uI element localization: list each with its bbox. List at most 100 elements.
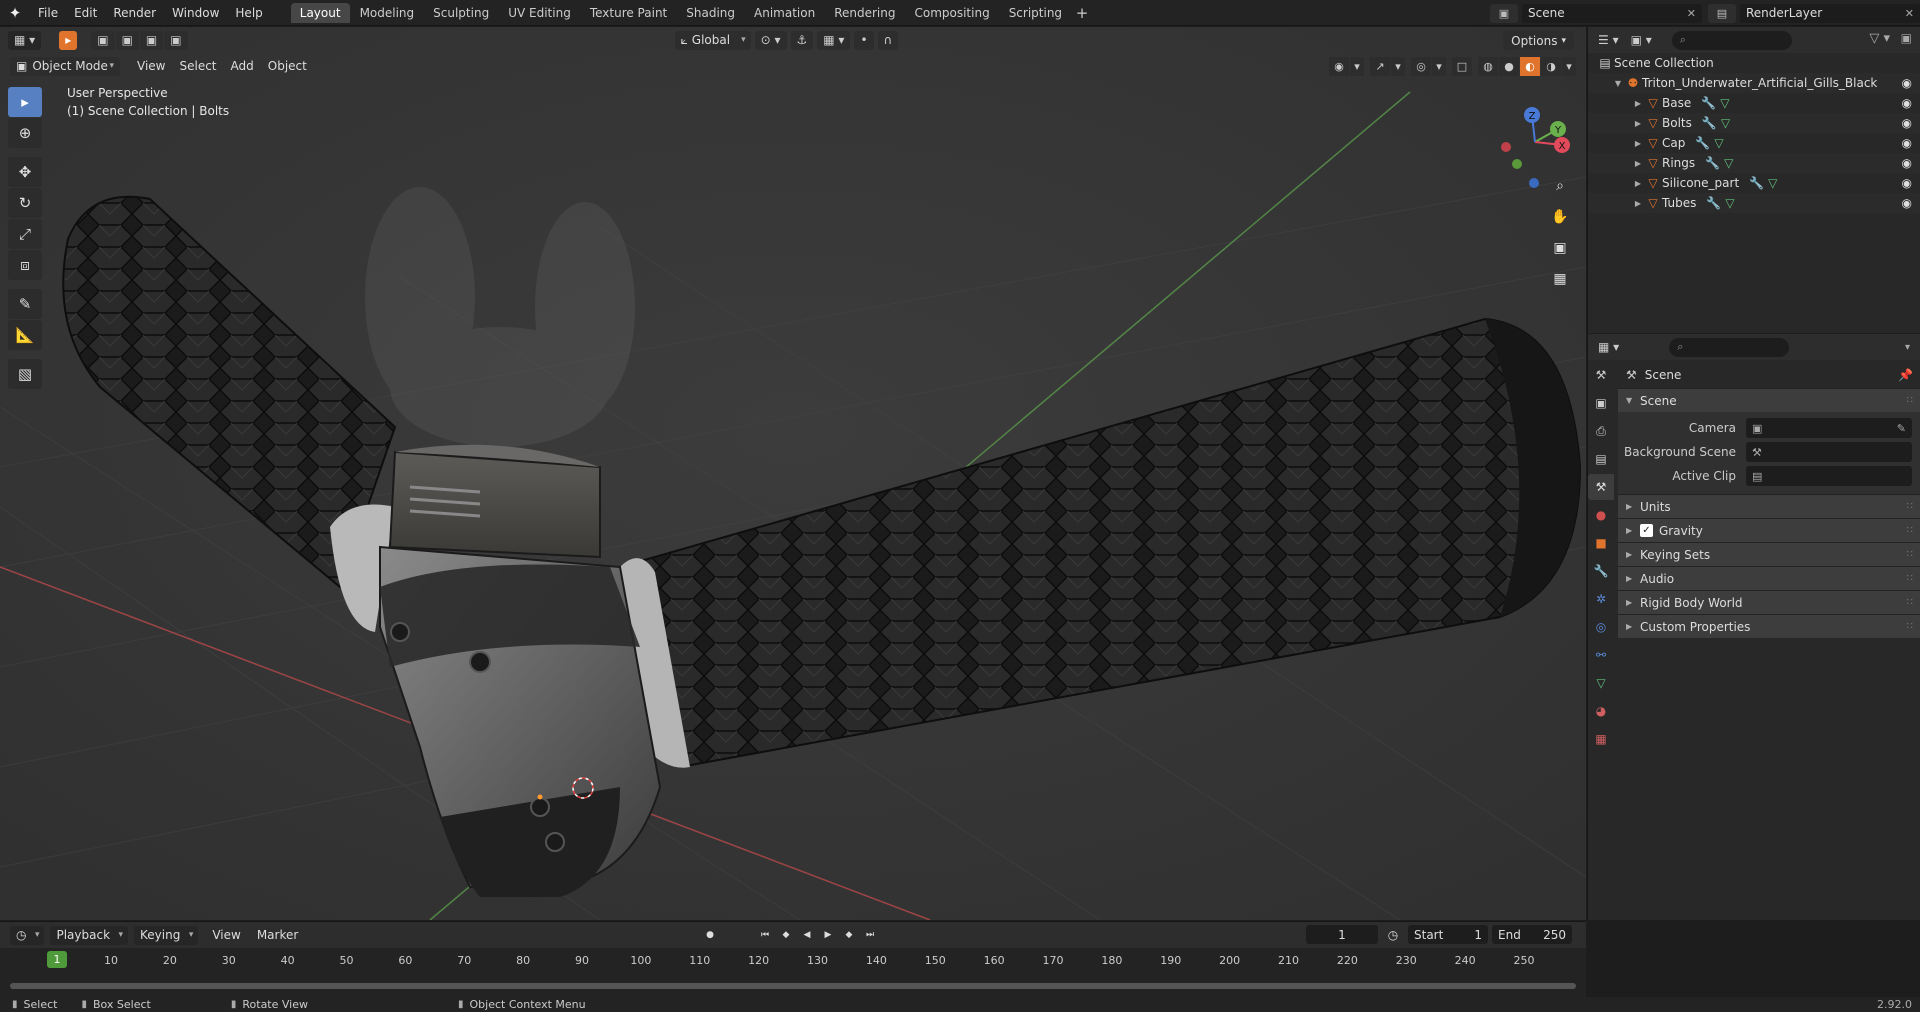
chevron-down-icon[interactable]: ▾ — [1432, 57, 1446, 76]
view-layer-tab-icon[interactable]: ▤ — [1588, 446, 1614, 472]
gill-cap[interactable] — [388, 444, 601, 559]
next-keyframe-icon[interactable]: ◆ — [839, 925, 859, 944]
expand-arrow-icon[interactable]: ▶ — [1632, 139, 1644, 148]
select-mode-extend-icon[interactable]: ▣ — [115, 30, 139, 50]
proportional-editing-icon[interactable]: • — [854, 30, 874, 50]
units-panel-header[interactable]: ▶ Units ∷ — [1618, 494, 1920, 518]
xray-toggle-icon[interactable]: □ — [1452, 57, 1472, 76]
pan-hand-icon[interactable]: ✋ — [1546, 203, 1574, 231]
start-frame-field[interactable]: Start 1 — [1408, 925, 1488, 944]
outliner-search-input[interactable]: ⌕ — [1671, 30, 1792, 50]
active-clip-field[interactable]: ▤ — [1746, 466, 1912, 486]
outliner-item-rings[interactable]: ▶ ▽ Rings 🔧 ▽ ◉ — [1588, 153, 1920, 173]
render-tab-icon[interactable]: ▣ — [1588, 390, 1614, 416]
gizmo-toggle-icon[interactable]: ↗ — [1370, 57, 1390, 76]
tab-animation[interactable]: Animation — [745, 3, 824, 23]
editor-type-select[interactable]: ◷ ▾ — [10, 925, 45, 945]
drag-handle-icon[interactable]: ∷ — [1907, 573, 1913, 584]
jump-start-icon[interactable]: ⏮ — [755, 925, 775, 944]
visibility-eye-icon[interactable]: ◉ — [1902, 76, 1912, 90]
blender-logo-icon[interactable]: ✦ — [0, 0, 30, 26]
eyedropper-icon[interactable]: ✎ — [1897, 422, 1906, 435]
prev-keyframe-icon[interactable]: ◆ — [776, 925, 796, 944]
expand-arrow-icon[interactable]: ▶ — [1632, 99, 1644, 108]
expand-arrow-icon[interactable]: ▼ — [1612, 79, 1624, 88]
object-tab-icon[interactable]: ■ — [1588, 530, 1614, 556]
keying-menu[interactable]: Keying ▾ — [134, 925, 199, 945]
tab-compositing[interactable]: Compositing — [905, 3, 998, 23]
chevron-down-icon[interactable]: ▾ — [1391, 57, 1405, 76]
menu-window[interactable]: Window — [164, 0, 227, 26]
wireframe-shading-icon[interactable]: ◍ — [1478, 57, 1498, 76]
snap-target-icon[interactable]: ▦ ▾ — [817, 30, 851, 50]
gizmo-neg-x[interactable] — [1501, 142, 1511, 152]
data-tab-icon[interactable]: ▽ — [1588, 670, 1614, 696]
end-frame-field[interactable]: End 250 — [1492, 925, 1572, 944]
drag-handle-icon[interactable]: ∷ — [1907, 549, 1913, 560]
view-layer-browse-icon[interactable]: ▤ — [1708, 3, 1736, 23]
visibility-eye-icon[interactable]: ◉ — [1902, 96, 1912, 110]
chevron-down-icon[interactable]: ▾ — [1905, 342, 1910, 353]
gizmo-neg-z[interactable] — [1529, 178, 1539, 188]
properties-search-input[interactable]: ⌕ — [1669, 337, 1790, 357]
physics-tab-icon[interactable]: ◎ — [1588, 614, 1614, 640]
visibility-eye-icon[interactable]: ◉ — [1902, 116, 1912, 130]
rigid-body-world-panel-header[interactable]: ▶ Rigid Body World ∷ — [1618, 590, 1920, 614]
select-mode-subtract-icon[interactable]: ▣ — [139, 30, 164, 50]
current-frame-indicator[interactable]: 1 — [47, 951, 67, 968]
menu-view[interactable]: View — [204, 928, 248, 942]
playback-menu[interactable]: Playback ▾ — [50, 925, 129, 945]
view-layer-close-icon[interactable]: ✕ — [1905, 7, 1914, 20]
drag-handle-icon[interactable]: ∷ — [1907, 525, 1913, 536]
viewport-scene[interactable] — [0, 27, 1586, 920]
ortho-grid-icon[interactable]: ▦ — [1546, 265, 1574, 293]
gravity-checkbox[interactable]: ✓ — [1640, 524, 1653, 537]
drag-handle-icon[interactable]: ∷ — [1907, 597, 1913, 608]
editor-type-icon[interactable]: ▦ ▾ — [1598, 340, 1619, 354]
scene-browse-icon[interactable]: ▣ — [1490, 3, 1518, 23]
filter-icon[interactable]: ▽ ▾ — [1869, 31, 1890, 46]
tab-sculpting[interactable]: Sculpting — [424, 3, 498, 23]
expand-arrow-icon[interactable]: ▶ — [1632, 159, 1644, 168]
tab-uv-editing[interactable]: UV Editing — [499, 3, 580, 23]
scene-close-icon[interactable]: ✕ — [1687, 7, 1696, 20]
3d-viewport[interactable]: ▦ ▾ ▸ ▣ ▣ ▣ ▣ ⟀ Global ▾ ⊙ ▾ ⚓ ▦ ▾ • ∩ O… — [0, 27, 1586, 920]
transform-orientation-select[interactable]: ⟀ Global ▾ — [674, 30, 751, 50]
outliner-scene-collection[interactable]: ▤ Scene Collection — [1588, 53, 1920, 73]
texture-tab-icon[interactable]: ▦ — [1588, 726, 1614, 752]
outliner-item-base[interactable]: ▶ ▽ Base 🔧 ▽ ◉ — [1588, 93, 1920, 113]
solid-shading-icon[interactable]: ● — [1499, 57, 1519, 76]
chevron-down-icon[interactable]: ▾ — [1562, 57, 1576, 76]
options-button[interactable]: Options ▾ — [1503, 31, 1574, 50]
gravity-panel-header[interactable]: ▶ ✓ Gravity ∷ — [1618, 518, 1920, 542]
tab-shading[interactable]: Shading — [677, 3, 744, 23]
tool-tab-icon[interactable]: ⚒ — [1588, 362, 1614, 388]
scene-tab-icon[interactable]: ⚒ — [1588, 474, 1614, 500]
move-tool-icon[interactable]: ✥ — [8, 157, 42, 187]
object-mode-select[interactable]: ▣ Object Mode ▾ — [10, 56, 120, 76]
expand-arrow-icon[interactable]: ▶ — [1632, 119, 1644, 128]
display-mode-icon[interactable]: ▣ ▾ — [1631, 33, 1652, 47]
menu-object[interactable]: Object — [261, 59, 314, 73]
select-box-tool-icon[interactable]: ▸ — [8, 87, 42, 117]
tab-layout[interactable]: Layout — [290, 2, 350, 23]
menu-help[interactable]: Help — [227, 0, 270, 26]
timeline-scrollbar[interactable] — [10, 983, 1576, 989]
editor-type-icon[interactable]: ☰ ▾ — [1598, 33, 1619, 47]
visibility-eye-icon[interactable]: ◉ — [1902, 196, 1912, 210]
tab-scripting[interactable]: Scripting — [1000, 3, 1071, 23]
add-cube-tool-icon[interactable]: ▧ — [8, 359, 42, 389]
preview-range-icon[interactable]: ◷ — [1382, 925, 1404, 944]
menu-file[interactable]: File — [30, 0, 66, 26]
falloff-icon[interactable]: ∩ — [877, 30, 899, 50]
menu-view[interactable]: View — [130, 59, 172, 73]
menu-marker[interactable]: Marker — [249, 928, 306, 942]
chevron-down-icon[interactable]: ▾ — [1350, 57, 1364, 76]
rendered-shading-icon[interactable]: ◑ — [1541, 57, 1561, 76]
custom-properties-panel-header[interactable]: ▶ Custom Properties ∷ — [1618, 614, 1920, 638]
visibility-eye-icon[interactable]: ◉ — [1902, 136, 1912, 150]
drag-handle-icon[interactable]: ∷ — [1907, 501, 1913, 512]
menu-select[interactable]: Select — [172, 59, 223, 73]
select-mode-invert-icon[interactable]: ▣ — [164, 30, 188, 50]
audio-panel-header[interactable]: ▶ Audio ∷ — [1618, 566, 1920, 590]
